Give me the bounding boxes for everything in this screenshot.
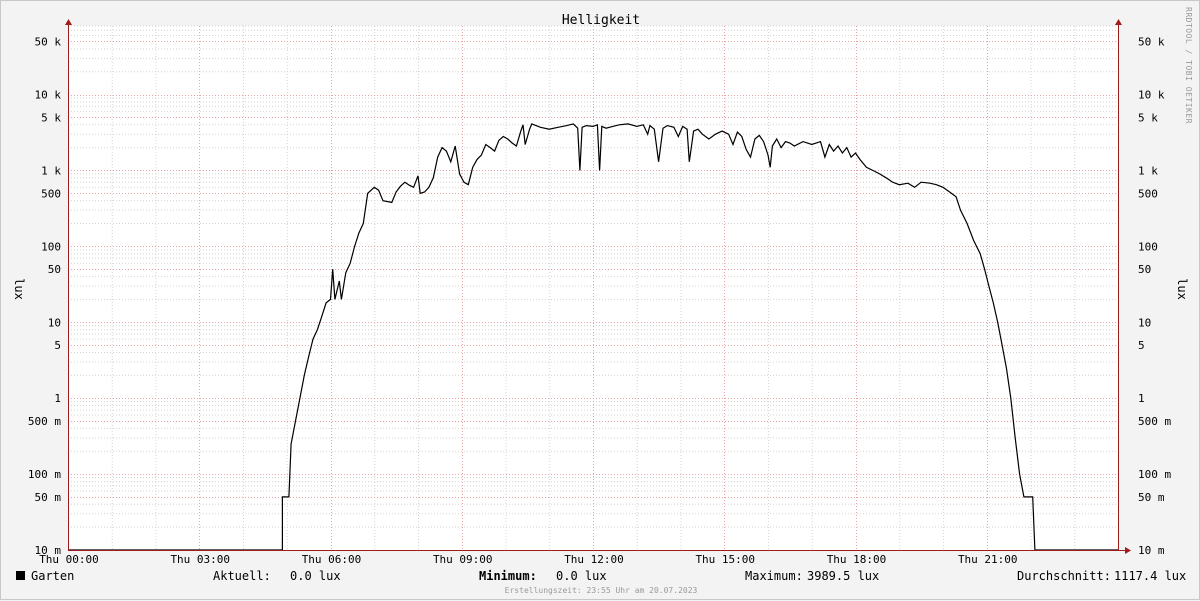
y-tick-label-left: 10 k [35,89,62,102]
x-tick-label: Thu 21:00 [958,553,1018,566]
y-tick-label-left: 500 [41,187,61,200]
y-tick-label-right: 500 m [1138,415,1171,428]
y-tick-label-right: 100 [1138,240,1158,253]
x-tick-label: Thu 09:00 [433,553,493,566]
legend-current-value: 0.0 lux [290,569,341,583]
y-axis-label-right: lux [1175,278,1189,300]
lux-chart: 10 m 10 m50 m 50 m100 m 100 m500 m 500 m1 15 5… [12,13,1189,566]
y-tick-label-left: 500 m [28,415,61,428]
legend-min-label: Minimum: [479,569,537,583]
y-axis-label-left: lux [12,278,26,300]
x-tick-label: Thu 15:00 [695,553,755,566]
y-tick-label-left: 50 k [35,35,62,48]
y-tick-label-right: 10 m [1138,544,1165,557]
y-tick-label-right: 5 [1138,339,1145,352]
y-tick-label-left: 50 [48,263,61,276]
y-tick-label-left: 50 m [35,491,62,504]
legend-max-value: 3989.5 lux [807,569,880,583]
x-tick-label: Thu 06:00 [302,553,362,566]
y-axis-arrow-right [1115,19,1122,25]
legend-current-label: Aktuell: [213,569,271,583]
x-tick-label: Thu 03:00 [170,553,230,566]
y-tick-label-left: 1 k [41,164,61,177]
legend-avg-label: Durchschnitt: [1017,569,1111,583]
y-tick-label-right: 50 m [1138,491,1165,504]
legend-series-name: Garten [31,569,75,583]
legend-avg-value: 1117.4 lux [1114,569,1187,583]
chart-title: Helligkeit [562,13,640,28]
y-tick-label-right: 50 k [1138,35,1165,48]
y-tick-label-left: 10 [48,316,61,329]
y-tick-label-left: 100 m [28,468,61,481]
legend-min-value: 0.0 lux [556,569,607,583]
rrdtool-credit: RRDTOOL / TOBI OETIKER [1184,7,1193,124]
y-tick-label-right: 1 [1138,392,1145,405]
x-tick-label: Thu 18:00 [827,553,887,566]
x-axis-arrow [1125,547,1131,554]
creation-time-footer: Erstellungszeit: 23:55 Uhr am 20.07.2023 [504,586,698,595]
y-tick-label-right: 100 m [1138,468,1171,481]
y-tick-label-right: 5 k [1138,111,1158,124]
y-axis-arrow-left [65,19,72,25]
y-tick-label-right: 1 k [1138,164,1158,177]
y-tick-label-left: 5 [54,339,61,352]
x-tick-label: Thu 00:00 [39,553,99,566]
y-tick-label-left: 5 k [41,111,61,124]
legend-swatch [16,571,25,580]
y-tick-label-right: 10 [1138,316,1151,329]
y-tick-label-right: 500 [1138,187,1158,200]
x-tick-label: Thu 12:00 [564,553,624,566]
legend-max-label: Maximum: [745,569,803,583]
y-tick-label-right: 10 k [1138,89,1165,102]
chart-frame: 10 m 10 m 50 m 50 m 100 m 100 m 500 m 500 m1155… [0,0,1200,600]
y-tick-label-left: 1 [54,392,61,405]
y-tick-label-left: 100 [41,240,61,253]
y-tick-label-right: 50 [1138,263,1151,276]
